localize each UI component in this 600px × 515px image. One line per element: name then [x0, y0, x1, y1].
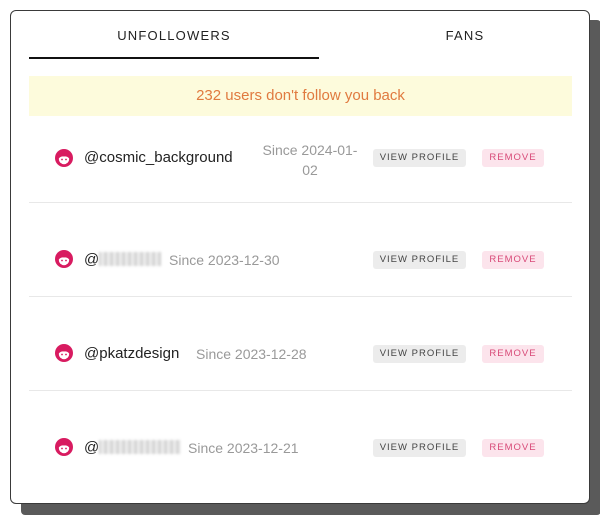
remove-button[interactable]: REMOVE — [482, 439, 544, 457]
user-handle: @cosmic_background — [84, 149, 233, 166]
since-date: Since 2023-12-30 — [169, 252, 280, 268]
user-handle-prefix: @ — [84, 439, 100, 456]
view-profile-button[interactable]: VIEW PROFILE — [373, 251, 466, 269]
since-date: Since 2023-12-28 — [196, 346, 307, 362]
remove-button[interactable]: REMOVE — [482, 149, 544, 167]
face-avatar-icon — [55, 344, 73, 362]
tab-fans[interactable]: FANS — [329, 25, 589, 57]
face-avatar-icon — [55, 438, 73, 456]
table-row: @pkatzdesign Since 2023-12-28 VIEW PROFI… — [29, 297, 572, 391]
table-row: @ Since 2023-12-21 VIEW PROFILE REMOVE — [29, 391, 572, 485]
since-date: Since 2023-12-21 — [188, 440, 299, 456]
unfollowers-card: UNFOLLOWERS FANS 232 users don't follow … — [10, 10, 590, 504]
view-profile-button[interactable]: VIEW PROFILE — [373, 439, 466, 457]
view-profile-button[interactable]: VIEW PROFILE — [373, 345, 466, 363]
view-profile-button[interactable]: VIEW PROFILE — [373, 149, 466, 167]
tab-bar: UNFOLLOWERS FANS — [29, 25, 571, 59]
user-handle: @ — [84, 439, 182, 456]
since-date: Since 2024-01-02 — [262, 142, 358, 178]
face-avatar-icon — [55, 250, 73, 268]
remove-button[interactable]: REMOVE — [482, 345, 544, 363]
tab-unfollowers[interactable]: UNFOLLOWERS — [29, 25, 319, 59]
remove-button[interactable]: REMOVE — [482, 251, 544, 269]
table-row: @cosmic_background Since 2024-01-02 VIEW… — [29, 109, 572, 203]
user-handle-prefix: @ — [84, 251, 100, 268]
redacted-handle — [99, 440, 182, 454]
face-avatar-icon — [55, 149, 73, 167]
user-handle: @pkatzdesign — [84, 345, 180, 362]
table-row: @ Since 2023-12-30 VIEW PROFILE REMOVE — [29, 203, 572, 297]
user-handle: @ — [84, 251, 162, 268]
redacted-handle — [99, 252, 162, 266]
